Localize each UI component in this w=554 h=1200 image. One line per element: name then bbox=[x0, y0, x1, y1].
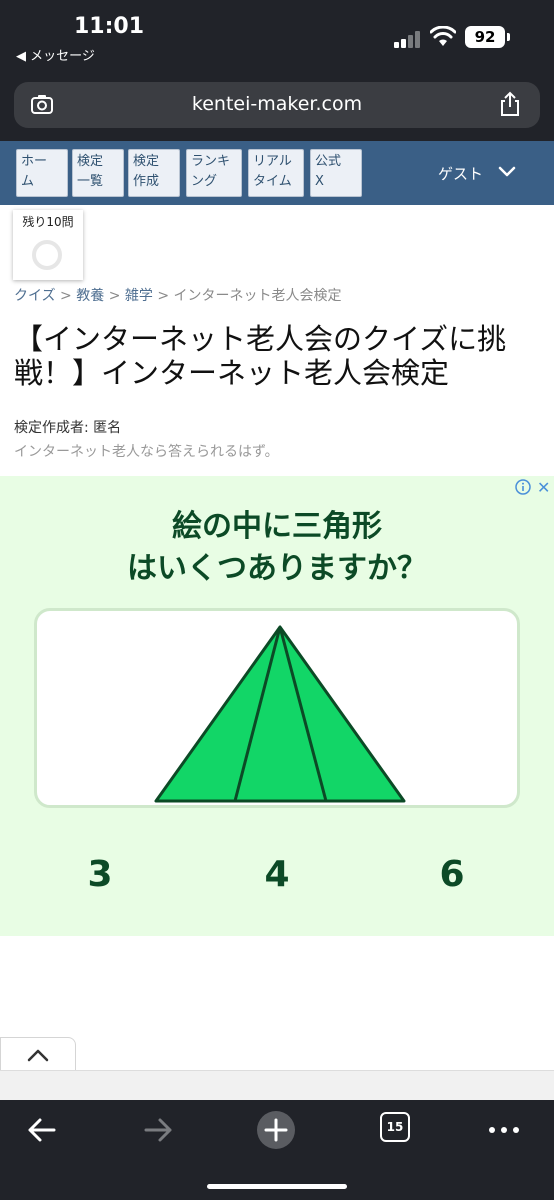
nav-test-list-label-2: 一覧 bbox=[77, 174, 104, 189]
breadcrumb-trivia[interactable]: 雑学 bbox=[125, 288, 153, 304]
nav-realtime-label-2: タイム bbox=[253, 174, 292, 189]
nav-ranking[interactable]: ランキ ング bbox=[186, 149, 242, 197]
nav-ranking-label: ランキ bbox=[191, 154, 231, 169]
nav-official-x-label-2: X bbox=[315, 174, 324, 189]
nav-home-label: ホー bbox=[21, 154, 48, 169]
nav-official-x-label: 公式 bbox=[315, 154, 342, 169]
back-to-app-link[interactable]: ◀ メッセージ bbox=[16, 45, 95, 64]
new-tab-plus-icon[interactable] bbox=[256, 1110, 296, 1150]
address-bar[interactable]: kentei-maker.com bbox=[14, 82, 540, 128]
nav-home-label-2: ム bbox=[21, 174, 35, 189]
breadcrumb-current: インターネット老人会検定 bbox=[173, 288, 342, 304]
tabs-icon[interactable]: 15 bbox=[380, 1112, 410, 1142]
ad-option-1[interactable]: 3 bbox=[70, 854, 130, 895]
ad-question: 絵の中に三角形 はいくつありますか？ bbox=[0, 506, 554, 590]
test-description: インターネット老人なら答えられるはず。 bbox=[14, 444, 279, 460]
info-icon[interactable] bbox=[515, 479, 531, 495]
ad-question-line-1: 絵の中に三角形 bbox=[172, 509, 382, 544]
triangle-illustration bbox=[154, 625, 406, 803]
back-arrow-icon[interactable] bbox=[22, 1110, 62, 1150]
browser-toolbar: 15 bbox=[0, 1100, 554, 1200]
battery-indicator: 92 bbox=[465, 26, 505, 48]
nav-create-test[interactable]: 検定 作成 bbox=[128, 149, 180, 197]
close-icon[interactable]: ✕ bbox=[537, 478, 550, 497]
remaining-label: 残り10問 bbox=[22, 215, 74, 229]
breadcrumb: クイズ > 教養 > 雑学 > インターネット老人会検定 bbox=[14, 285, 342, 305]
nav-realtime[interactable]: リアル タイム bbox=[248, 149, 304, 197]
nav-test-list[interactable]: 検定 一覧 bbox=[72, 149, 124, 197]
remaining-questions-card: 残り10問 bbox=[13, 210, 83, 280]
browser-top-chrome: 11:01 ◀ メッセージ 92 kentei-maker.com bbox=[0, 0, 554, 141]
nav-ranking-label-2: ング bbox=[191, 174, 218, 189]
guest-menu[interactable]: ゲスト bbox=[438, 163, 483, 184]
breadcrumb-separator: > bbox=[157, 288, 170, 304]
nav-official-x[interactable]: 公式 X bbox=[310, 149, 362, 197]
breadcrumb-culture[interactable]: 教養 bbox=[76, 288, 104, 304]
nav-create-test-label: 検定 bbox=[133, 154, 160, 169]
nav-create-test-label-2: 作成 bbox=[133, 174, 160, 189]
url-text[interactable]: kentei-maker.com bbox=[14, 93, 540, 115]
page-title: 【インターネット老人会のクイズに挑戦！】インターネット老人会検定 bbox=[14, 322, 507, 390]
collapse-tab[interactable] bbox=[0, 1037, 76, 1072]
breadcrumb-separator: > bbox=[60, 288, 72, 304]
site-nav: ホー ム 検定 一覧 検定 作成 ランキ ング リアル タイム 公式 X ゲスト bbox=[0, 141, 554, 205]
status-time: 11:01 bbox=[74, 14, 145, 39]
nav-realtime-label: リアル bbox=[253, 154, 292, 169]
home-indicator[interactable] bbox=[207, 1184, 347, 1189]
chevron-down-icon[interactable] bbox=[498, 163, 516, 181]
ad-image-panel bbox=[34, 608, 520, 808]
forward-arrow-icon[interactable] bbox=[138, 1110, 178, 1150]
chevron-up-icon[interactable] bbox=[27, 1048, 49, 1062]
ad-option-2[interactable]: 4 bbox=[247, 854, 307, 895]
wifi-icon bbox=[430, 26, 456, 46]
nav-home[interactable]: ホー ム bbox=[16, 149, 68, 197]
breadcrumb-quiz[interactable]: クイズ bbox=[14, 288, 56, 304]
battery-tip bbox=[507, 33, 510, 41]
nav-test-list-label: 検定 bbox=[77, 154, 104, 169]
progress-ring bbox=[32, 240, 62, 270]
ad-question-line-2: はいくつありますか？ bbox=[127, 551, 427, 586]
tab-strip bbox=[0, 1070, 554, 1101]
breadcrumb-separator: > bbox=[108, 288, 121, 304]
cellular-signal-icon bbox=[394, 30, 422, 48]
advertisement[interactable]: ✕ 絵の中に三角形 はいくつありますか？ 3 4 6 bbox=[0, 476, 554, 936]
share-icon[interactable] bbox=[498, 91, 522, 117]
test-author: 検定作成者: 匿名 bbox=[14, 420, 122, 436]
ad-option-3[interactable]: 6 bbox=[422, 854, 482, 895]
more-icon[interactable] bbox=[484, 1110, 524, 1150]
